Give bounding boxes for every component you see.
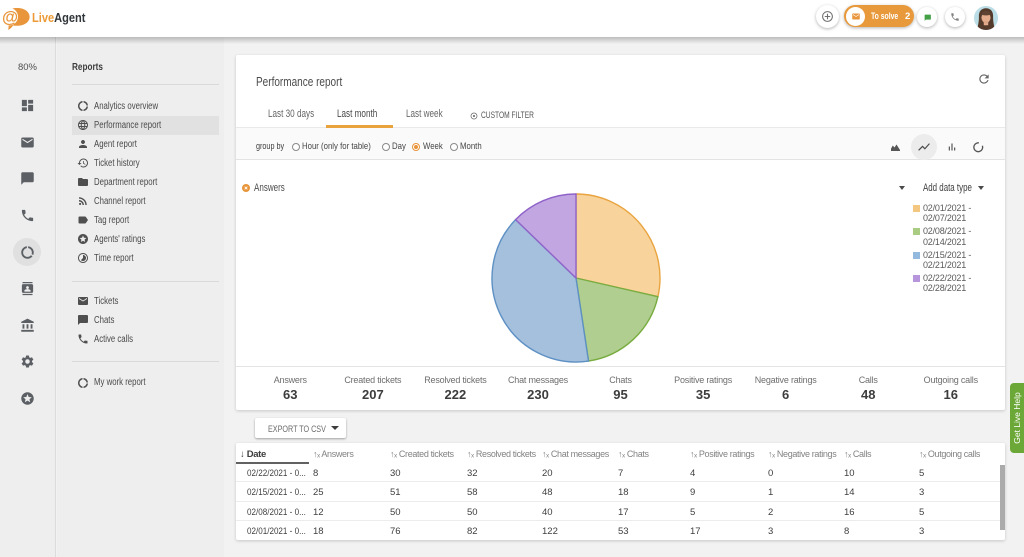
svg-text:@: @ [2,9,18,27]
